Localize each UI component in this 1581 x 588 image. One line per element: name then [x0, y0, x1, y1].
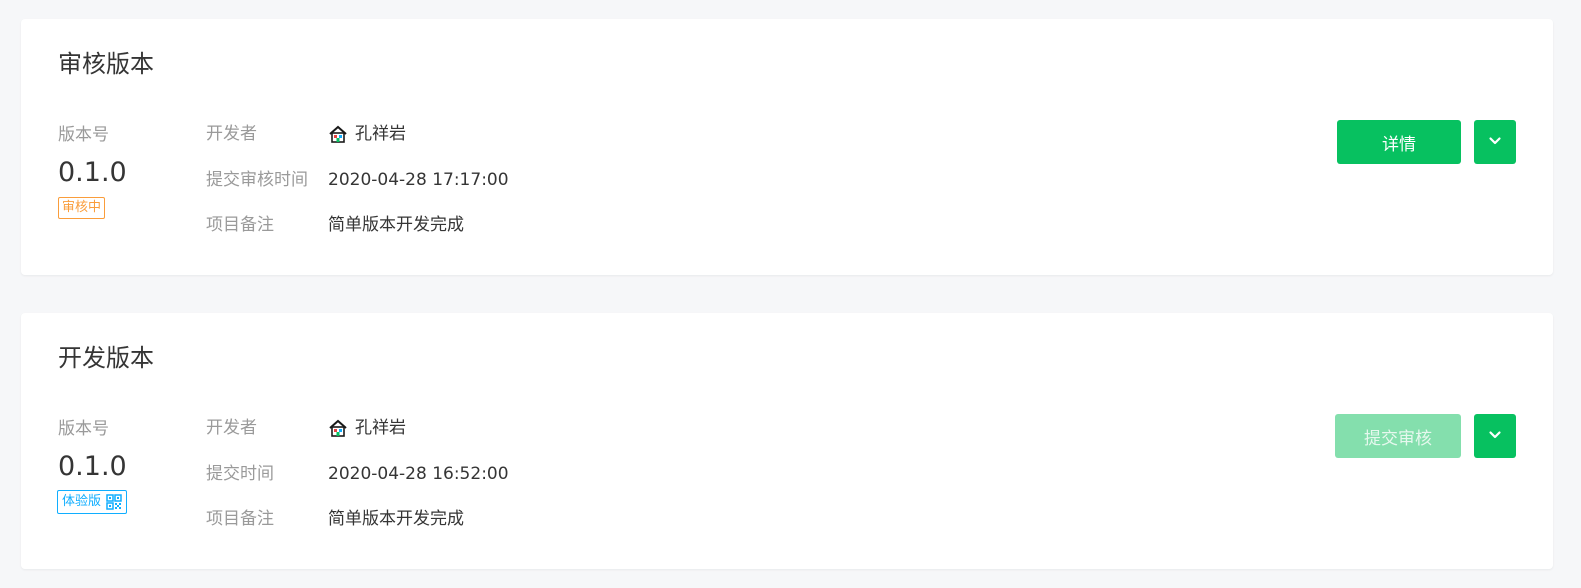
details-button[interactable]: 详情 [1337, 120, 1461, 164]
developer-value: 孔祥岩 [328, 123, 406, 145]
project-note-label: 项目备注 [206, 509, 274, 529]
card-title: 开发版本 [58, 344, 154, 372]
submit-time-label: 提交时间 [206, 464, 274, 484]
chevron-down-icon [1488, 427, 1502, 446]
chevron-down-icon [1488, 133, 1502, 152]
submit-review-time-label: 提交审核时间 [206, 170, 308, 190]
experience-version-badge[interactable]: 体验版 [57, 490, 128, 514]
developer-value: 孔祥岩 [328, 417, 406, 439]
submit-review-time-value: 2020-04-28 17:17:00 [328, 170, 509, 190]
status-badge-label: 审核中 [62, 200, 102, 215]
developer-label: 开发者 [206, 124, 257, 144]
house-avatar-icon [328, 418, 348, 438]
status-badge: 审核中 [58, 197, 106, 219]
project-note-label: 项目备注 [206, 215, 274, 235]
developer-name: 孔祥岩 [355, 124, 406, 144]
project-note-value: 简单版本开发完成 [328, 215, 464, 235]
submit-review-button[interactable]: 提交审核 [1335, 414, 1461, 458]
version-label: 版本号 [58, 125, 109, 145]
project-note-value: 简单版本开发完成 [328, 509, 464, 529]
experience-badge-label: 体验版 [62, 494, 102, 509]
version-number: 0.1.0 [58, 451, 127, 482]
version-label: 版本号 [58, 419, 109, 439]
house-avatar-icon [328, 124, 348, 144]
review-version-card: 审核版本 版本号 0.1.0 审核中 开发者 孔祥岩 提交审核时间 2020-0… [21, 19, 1553, 275]
developer-name: 孔祥岩 [355, 418, 406, 438]
card-title: 审核版本 [58, 50, 154, 78]
version-number: 0.1.0 [58, 157, 127, 188]
submit-time-value: 2020-04-28 16:52:00 [328, 464, 509, 484]
more-actions-dropdown-button[interactable] [1474, 414, 1516, 458]
developer-label: 开发者 [206, 418, 257, 438]
dev-version-card: 开发版本 版本号 0.1.0 体验版 开发者 孔祥岩 提交时间 2020-04-… [21, 313, 1553, 569]
more-actions-dropdown-button[interactable] [1474, 120, 1516, 164]
qrcode-icon[interactable] [106, 494, 122, 510]
